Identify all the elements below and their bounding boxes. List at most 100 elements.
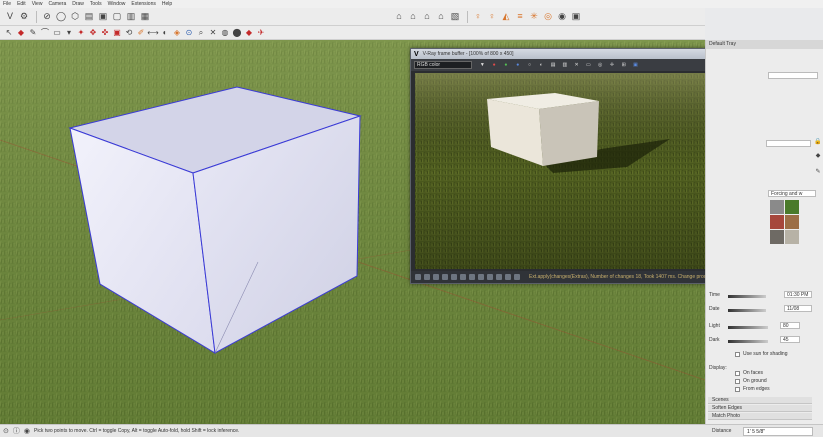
eraser-icon[interactable]: ◆ (16, 28, 26, 38)
save-icon[interactable]: ▤ (549, 61, 557, 69)
material-swatch[interactable] (770, 215, 784, 229)
status-icon[interactable] (478, 274, 484, 280)
light-field[interactable]: 80 (780, 322, 800, 329)
mono-icon[interactable]: ◐ (537, 61, 545, 69)
render-icon[interactable]: ▣ (97, 11, 109, 23)
pencil-icon[interactable]: ✎ (813, 168, 823, 175)
geo-mesh-icon[interactable]: ≡ (514, 11, 526, 23)
light-sphere-icon[interactable]: ⌂ (435, 11, 447, 23)
extension-warehouse-icon[interactable]: ◆ (244, 28, 254, 38)
status-icon[interactable] (469, 274, 475, 280)
save-image-icon[interactable]: ▼ (478, 61, 486, 69)
geo-fur-icon[interactable]: ◭ (500, 11, 512, 23)
color-mode-select[interactable]: RGB color (414, 61, 473, 69)
light-omni-icon[interactable]: ⌂ (393, 11, 405, 23)
time-field[interactable]: 01:30 PM (784, 291, 812, 298)
dark-slider[interactable] (728, 340, 768, 343)
tray-field[interactable] (766, 140, 811, 147)
status-icon[interactable] (496, 274, 502, 280)
link-icon[interactable]: ⊞ (620, 61, 628, 69)
menu-extensions[interactable]: Extensions (131, 1, 155, 7)
use-sun-checkbox[interactable] (735, 352, 740, 357)
menu-window[interactable]: Window (108, 1, 126, 7)
date-field[interactable]: 11/08 (784, 305, 812, 312)
layout-icon[interactable]: ✈ (256, 28, 266, 38)
region-icon[interactable]: ▭ (585, 61, 593, 69)
panel-soften-edges[interactable]: Soften Edges (708, 405, 812, 412)
panel-scenes[interactable]: Scenes (708, 397, 812, 404)
material-swatch[interactable] (785, 215, 799, 229)
menu-help[interactable]: Help (162, 1, 172, 7)
alpha-channel-icon[interactable]: ○ (526, 61, 534, 69)
cube-icon[interactable]: ◆ (813, 152, 823, 159)
geo-location-icon[interactable]: ⊙ (3, 427, 9, 435)
status-icon[interactable] (424, 274, 430, 280)
menu-edit[interactable]: Edit (17, 1, 26, 7)
load-icon[interactable]: ▥ (561, 61, 569, 69)
from-edges-checkbox[interactable] (735, 387, 740, 392)
geo-gray-icon[interactable]: ◉ (556, 11, 568, 23)
menu-draw[interactable]: Draw (72, 1, 84, 7)
on-faces-checkbox[interactable] (735, 371, 740, 376)
history-icon[interactable]: ◎ (596, 61, 604, 69)
date-slider[interactable] (728, 309, 766, 312)
menu-tools[interactable]: Tools (90, 1, 102, 7)
lasso-icon[interactable]: ◯ (55, 11, 67, 23)
arc-icon[interactable]: ⌒ (40, 28, 50, 38)
zoom-extents-icon[interactable]: ✕ (208, 28, 218, 38)
menu-camera[interactable]: Camera (48, 1, 66, 7)
lens-icon[interactable]: ▣ (632, 61, 640, 69)
material-swatch[interactable] (770, 200, 784, 214)
dark-field[interactable]: 45 (780, 336, 800, 343)
status-icon[interactable] (514, 274, 520, 280)
geo-proxy-icon[interactable]: ♀ (486, 11, 498, 23)
zoom-icon[interactable]: ⌕ (196, 28, 206, 38)
vfb-icon[interactable]: ▥ (125, 11, 137, 23)
menu-file[interactable]: File (3, 1, 11, 7)
rotate-icon[interactable]: ✜ (100, 28, 110, 38)
red-channel-icon[interactable]: ● (490, 61, 498, 69)
status-icon[interactable] (433, 274, 439, 280)
geo-square-icon[interactable]: ▣ (570, 11, 582, 23)
time-slider[interactable] (728, 295, 766, 298)
light-rect-icon[interactable]: ⌂ (421, 11, 433, 23)
material-list-select[interactable]: Forcing and w (768, 190, 816, 197)
status-icon[interactable] (505, 274, 511, 280)
light-spot-icon[interactable]: ⌂ (407, 11, 419, 23)
track-icon[interactable]: ✛ (608, 61, 616, 69)
move-icon[interactable]: ✥ (88, 28, 98, 38)
status-icon[interactable] (415, 274, 421, 280)
orbit-icon[interactable]: ⊙ (184, 28, 194, 38)
follow-me-icon[interactable]: ▣ (112, 28, 122, 38)
camera-icon[interactable]: ▤ (83, 11, 95, 23)
material-swatch[interactable] (785, 230, 799, 244)
dimension-icon[interactable]: ⟷ (147, 28, 158, 38)
status-icon[interactable] (451, 274, 457, 280)
clear-icon[interactable]: ✕ (573, 61, 581, 69)
vray-settings-icon[interactable]: ⚙ (18, 11, 30, 23)
panel-match-photo[interactable]: Match Photo (708, 413, 812, 420)
protractor-icon[interactable]: ◐ (160, 28, 170, 38)
geo-plane-icon[interactable]: ♀ (472, 11, 484, 23)
render-region-icon[interactable]: ▢ (111, 11, 123, 23)
user-icon[interactable]: ◉ (24, 427, 30, 435)
tape-icon[interactable]: ✐ (136, 28, 146, 38)
measurement-box[interactable]: 1' 5 5/8" (743, 426, 813, 436)
lock-icon[interactable]: 🔒 (813, 138, 823, 145)
light-ies-icon[interactable]: ▧ (449, 11, 461, 23)
push-pull-icon[interactable]: ✦ (76, 28, 86, 38)
walk-icon[interactable]: ◍ (220, 28, 230, 38)
tray-dropdown[interactable] (768, 72, 818, 79)
blue-channel-icon[interactable]: ● (514, 61, 522, 69)
geo-sun-icon[interactable]: ✳ (528, 11, 540, 23)
credits-icon[interactable]: ⓘ (13, 426, 20, 436)
pencil-icon[interactable]: ✎ (28, 28, 38, 38)
material-swatch[interactable] (785, 200, 799, 214)
vray-v-icon[interactable]: V (4, 11, 16, 23)
material-swatch[interactable] (770, 230, 784, 244)
light-slider[interactable] (728, 326, 768, 329)
scale-icon[interactable]: ⟲ (124, 28, 134, 38)
dropdown-icon[interactable]: ▾ (64, 28, 74, 38)
warehouse-icon[interactable]: ⬤ (232, 28, 242, 38)
status-icon[interactable] (442, 274, 448, 280)
